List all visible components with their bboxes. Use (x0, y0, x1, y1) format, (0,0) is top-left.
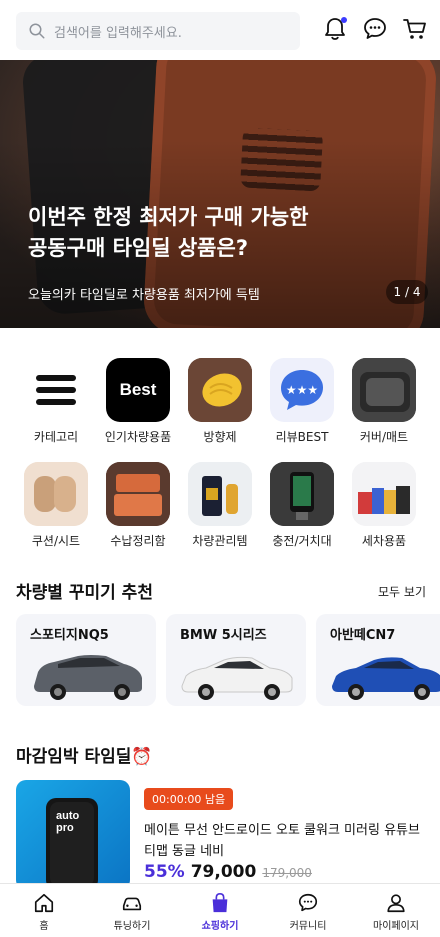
category-item[interactable]: Best 인기차량용품 (97, 358, 179, 445)
car-name: 아반떼CN7 (330, 628, 396, 643)
user-icon (387, 894, 405, 913)
car-name: 스포티지NQ5 (30, 628, 109, 643)
review-bubble-icon: ★★★ (270, 358, 334, 422)
car-wash-icon (352, 462, 416, 526)
nav-tuning[interactable]: 튜닝하기 (88, 884, 176, 937)
home-icon (34, 893, 54, 913)
nav-label: 커뮤니티 (289, 921, 327, 932)
car-image-sedan (181, 656, 293, 700)
timer-badge: 00:00:00 남음 (144, 788, 234, 810)
cushion-icon (24, 462, 88, 526)
category-label: 방향제 (203, 430, 237, 444)
nav-label: 튜닝하기 (113, 921, 151, 932)
nav-mypage[interactable]: 마이페이지 (352, 884, 440, 937)
shopping-bag-icon (212, 893, 228, 913)
floor-mat-icon (352, 358, 416, 422)
car-image-sedan (332, 657, 440, 700)
category-item[interactable]: 수납정리함 (97, 462, 179, 549)
search-icon (29, 23, 45, 39)
search-bar[interactable]: 검색어를 입력해주세요. (16, 12, 300, 50)
deal-price-row: 55% 79,000 179,000 (144, 862, 312, 882)
promo-banner[interactable]: 이번주 한정 최저가 구매 가능한 공동구매 타임딜 상품은? 오늘의카 타임딜… (0, 60, 440, 328)
storage-box-icon (106, 462, 170, 526)
chat-icon (298, 893, 318, 912)
deal-thumb-logo: auto pro (56, 810, 80, 834)
nav-community[interactable]: 커뮤니티 (264, 884, 352, 937)
cart-icon[interactable] (402, 16, 428, 42)
banner-subtitle: 오늘의카 타임딜로 차량용품 최저가에 득템 (28, 288, 260, 303)
car-icon (122, 897, 142, 911)
see-all-link[interactable]: 모두 보기 (378, 583, 426, 600)
nav-home[interactable]: 홈 (0, 884, 88, 937)
deal-product-name[interactable]: 메이튼 무선 안드로이드 오토 쿨워크 미러링 유튜브 티맵 동글 네비 (144, 820, 426, 862)
deal-section-title: 마감임박 타임딜⏰ (16, 747, 153, 767)
category-item[interactable]: 차량관리템 (179, 462, 261, 549)
deal-product-image[interactable]: auto pro (16, 780, 130, 890)
category-item[interactable]: 쿠션/시트 (15, 462, 97, 549)
nav-label: 홈 (39, 921, 49, 932)
car-image-suv (34, 655, 142, 700)
category-item[interactable]: 충전/거치대 (261, 462, 343, 549)
category-label: 충전/거치대 (272, 534, 332, 548)
menu-icon (24, 358, 88, 422)
car-card[interactable]: 스포티지NQ5 (16, 614, 156, 706)
phone-charger-icon (270, 462, 334, 526)
category-item[interactable]: 방향제 (179, 358, 261, 445)
category-label: 커버/매트 (359, 430, 409, 444)
car-section-title: 차량별 꾸미기 추천 (16, 583, 153, 603)
car-care-icon (188, 462, 252, 526)
chat-icon[interactable] (362, 16, 388, 42)
category-item[interactable]: 커버/매트 (343, 358, 425, 445)
notification-dot (341, 17, 347, 23)
category-item[interactable]: 카테고리 (15, 358, 97, 445)
banner-title: 이번주 한정 최저가 구매 가능한 공동구매 타임딜 상품은? (28, 205, 309, 260)
bottom-navigation: 홈 튜닝하기 쇼핑하기 커뮤니티 마이페이지 (0, 883, 440, 937)
svg-text:★★★: ★★★ (286, 383, 318, 397)
air-freshener-icon (188, 358, 252, 422)
car-card[interactable]: 아반떼CN7 (316, 614, 440, 706)
discount-rate: 55% (144, 862, 185, 882)
nav-shopping[interactable]: 쇼핑하기 (176, 884, 264, 937)
car-name: BMW 5시리즈 (180, 628, 267, 643)
sale-price: 79,000 (190, 862, 257, 882)
top-header: 검색어를 입력해주세요. (0, 0, 440, 62)
nav-label: 마이페이지 (373, 921, 419, 932)
category-label: 카테고리 (33, 430, 79, 444)
banner-pager: 1 / 4 (386, 280, 428, 304)
best-badge-icon: Best (106, 358, 170, 422)
category-label: 세차용품 (361, 534, 407, 548)
category-label: 리뷰BEST (275, 430, 329, 444)
category-label: 수납정리함 (110, 534, 166, 548)
nav-label: 쇼핑하기 (201, 921, 239, 932)
category-label: 쿠션/시트 (31, 534, 81, 548)
search-placeholder: 검색어를 입력해주세요. (54, 25, 182, 41)
category-item[interactable]: 세차용품 (343, 462, 425, 549)
notification-bell-icon[interactable] (322, 16, 348, 42)
category-label: 인기차량용품 (104, 430, 172, 444)
original-price: 179,000 (262, 866, 312, 880)
category-label: 차량관리템 (192, 534, 248, 548)
category-item[interactable]: ★★★ 리뷰BEST (261, 358, 343, 445)
car-card[interactable]: BMW 5시리즈 (166, 614, 306, 706)
